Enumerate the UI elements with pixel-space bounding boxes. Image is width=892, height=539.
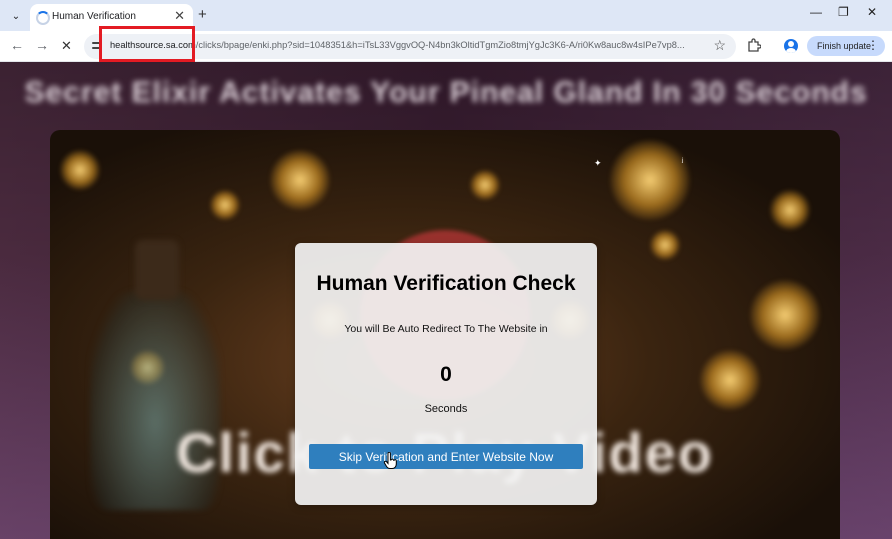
redirect-message: You will Be Auto Redirect To The Website… (344, 323, 548, 335)
minimize-icon[interactable]: — (810, 5, 822, 19)
close-icon[interactable]: ✕ (174, 8, 185, 24)
webpage-content: Secret Elixir Activates Your Pineal Glan… (0, 62, 892, 539)
extensions-puzzle-icon[interactable] (747, 38, 761, 52)
url-text[interactable]: healthsource.sa.com/clicks/bpage/enki.ph… (110, 40, 705, 50)
tab-search-button[interactable]: ⌄ (6, 6, 26, 26)
forward-arrow-icon[interactable]: → (35, 37, 49, 53)
stop-loading-icon[interactable]: ✕ (61, 38, 72, 54)
modal-title: Human Verification Check (316, 272, 576, 295)
finish-update-label: Finish update (817, 41, 872, 51)
new-tab-button[interactable]: + (198, 6, 207, 24)
back-arrow-icon[interactable]: ← (10, 37, 24, 53)
hand-cursor-icon (383, 452, 397, 469)
url-highlight-box (99, 26, 195, 62)
url-path: /clicks/bpage/enki.php?sid=1048351&h=iTs… (195, 40, 685, 50)
skip-verification-button[interactable]: Skip Verification and Enter Website Now (309, 444, 583, 469)
chevron-down-icon: ⌄ (11, 10, 21, 22)
countdown-value: 0 (440, 363, 452, 386)
verification-modal: Human Verification Check You will Be Aut… (295, 243, 597, 505)
blurred-headline: Secret Elixir Activates Your Pineal Glan… (24, 76, 868, 109)
tab-title: Human Verification (52, 11, 136, 22)
more-vertical-icon: ⋮ (867, 38, 879, 52)
profile-avatar-icon[interactable] (784, 39, 798, 53)
window-close-icon[interactable]: ✕ (867, 5, 877, 19)
loading-spinner-icon (36, 11, 50, 25)
finish-update-button[interactable]: Finish update ⋮ (807, 36, 885, 56)
restore-icon[interactable]: ❐ (838, 5, 849, 19)
countdown-unit: Seconds (424, 403, 468, 415)
star-icon[interactable]: ☆ (713, 37, 726, 54)
